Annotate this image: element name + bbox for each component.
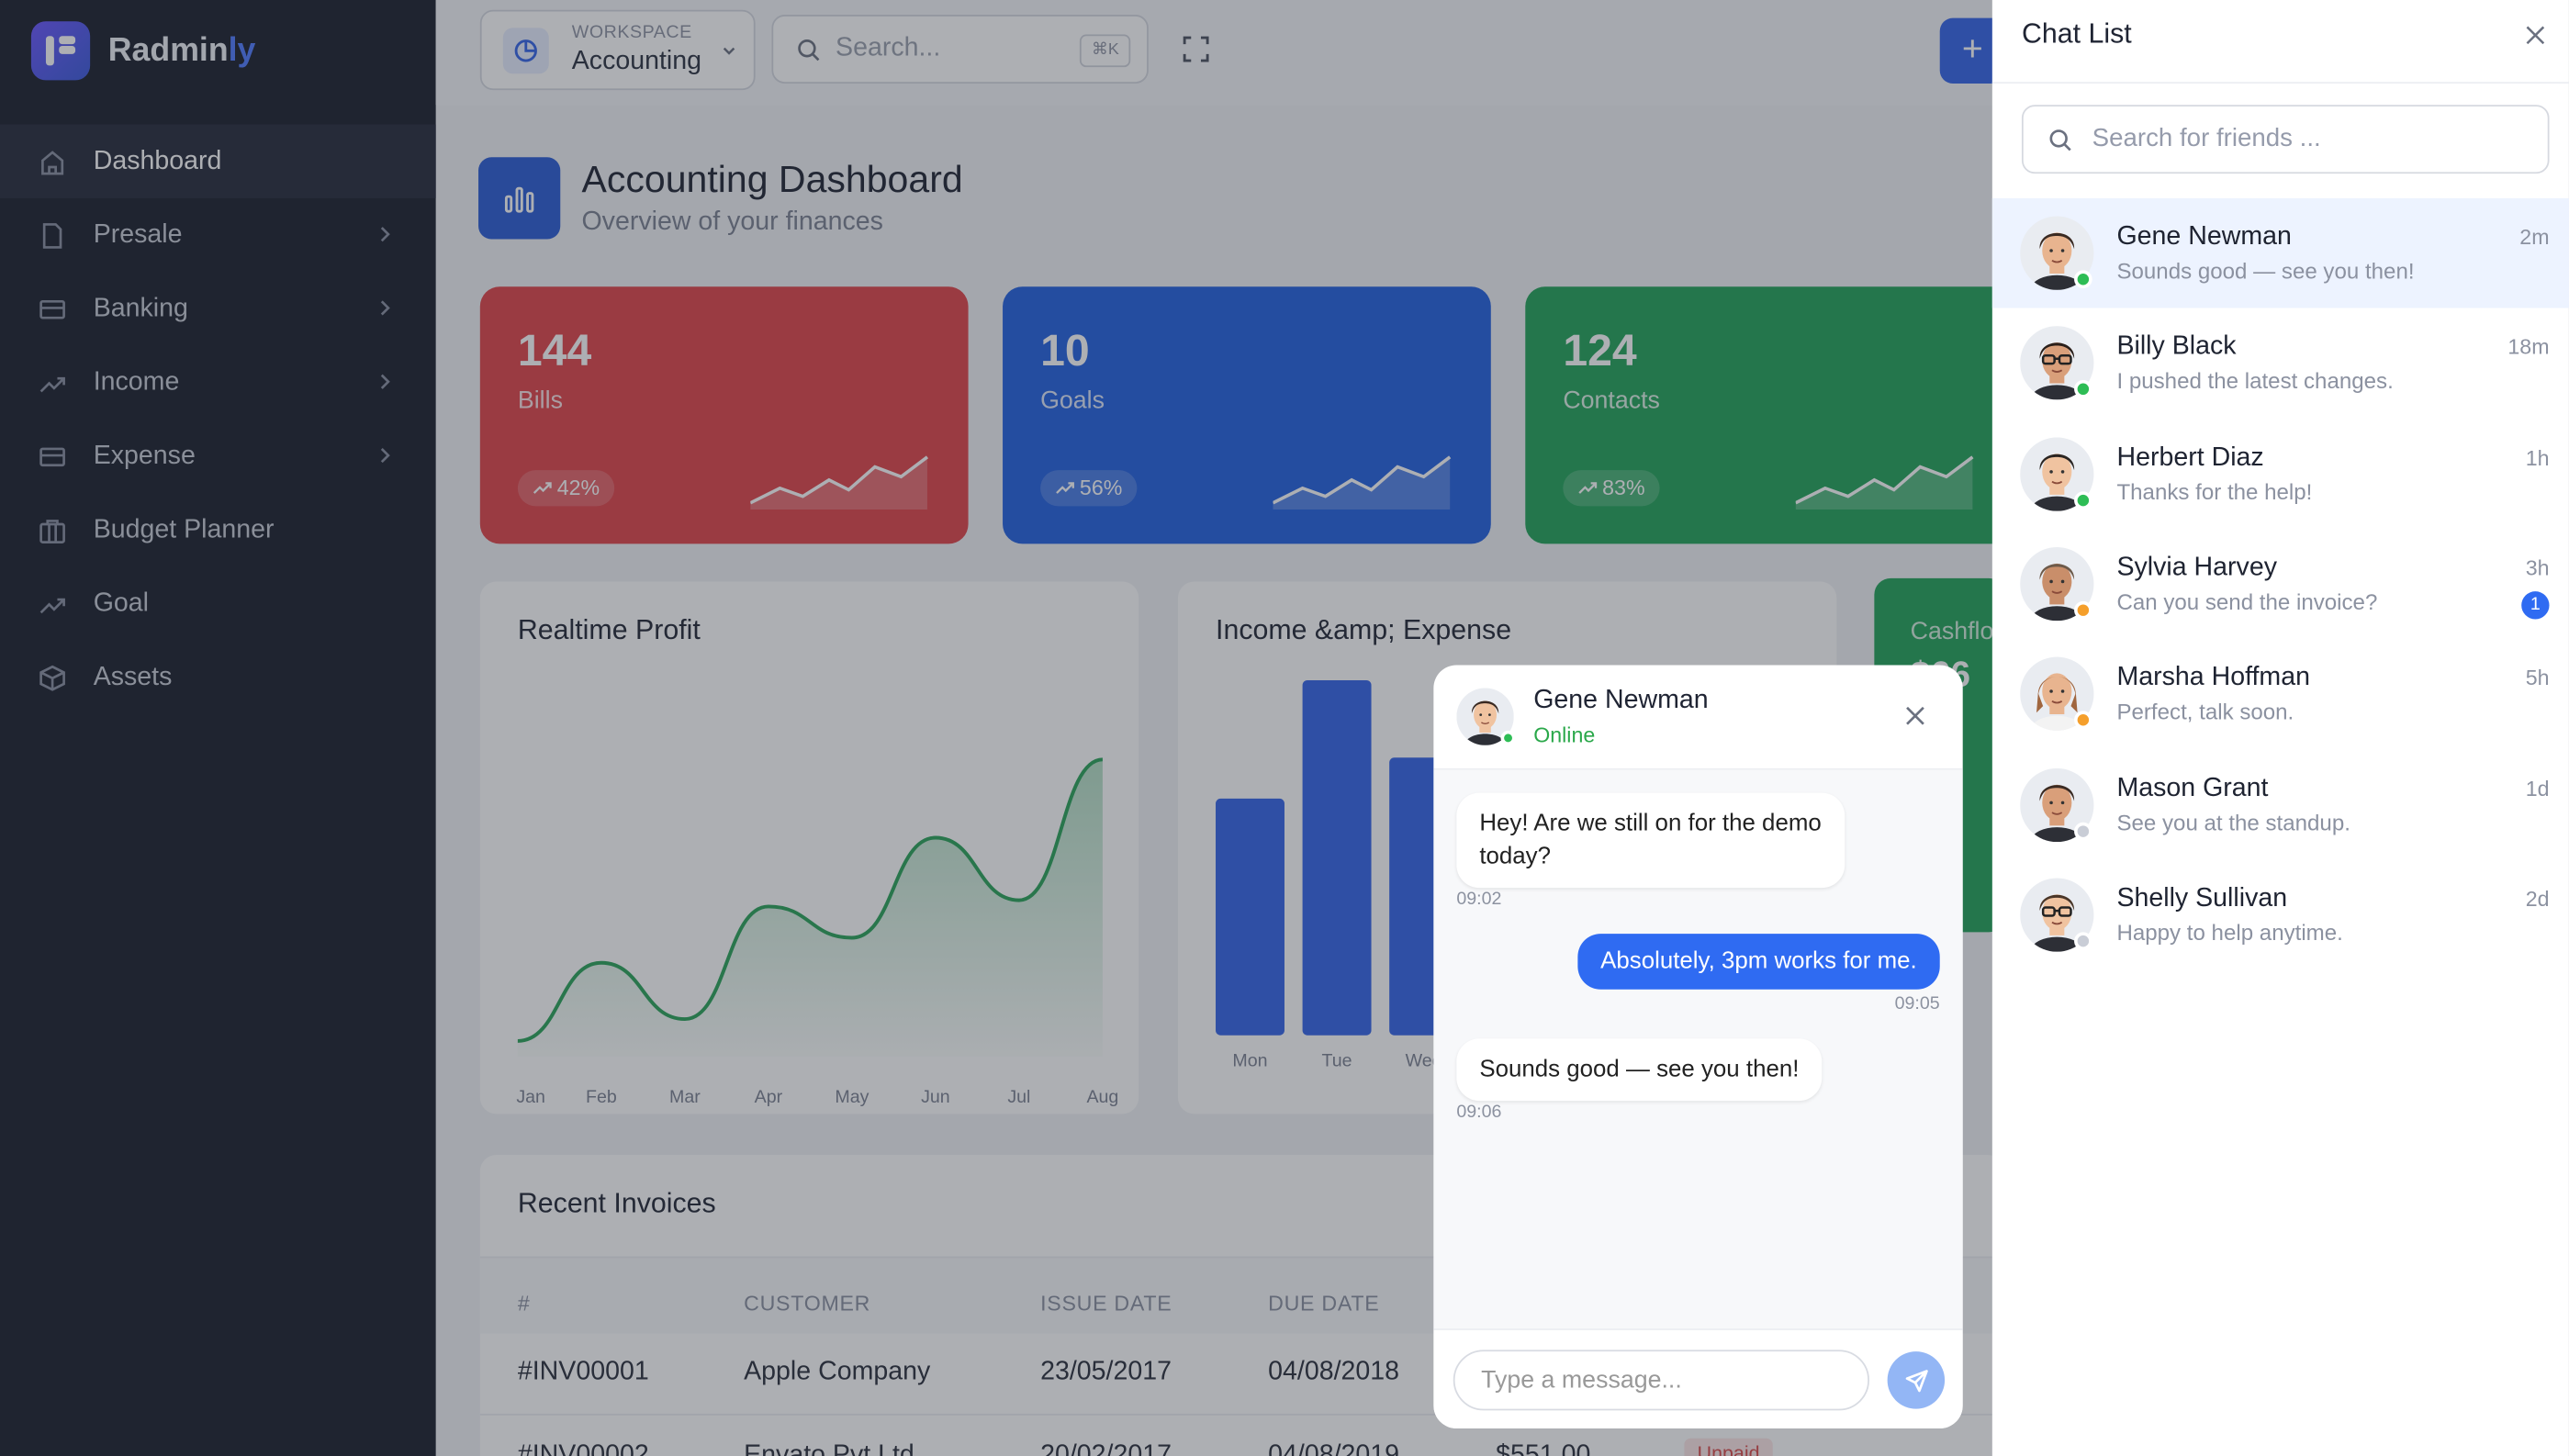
send-button[interactable] xyxy=(1887,1351,1946,1409)
friend-name: Sylvia Harvey xyxy=(2116,553,2277,582)
friend-name: Marsha Hoffman xyxy=(2116,664,2310,692)
chat-list-item[interactable]: Herbert Diaz Thanks for the help! 1h xyxy=(1992,419,2569,529)
chat-list-item[interactable]: Billy Black I pushed the latest changes. 1… xyxy=(1992,308,2569,419)
friend-name: Herbert Diaz xyxy=(2116,442,2264,472)
last-message: Happy to help anytime. xyxy=(2116,920,2343,946)
message-time: 18m xyxy=(2507,334,2550,360)
friend-search-input[interactable]: Search for friends ... xyxy=(2021,105,2550,174)
unread-badge: 1 xyxy=(2521,590,2550,620)
chat-contact-status: Online xyxy=(1533,722,1596,747)
chat-contact-name: Gene Newman xyxy=(1533,686,1709,714)
chat-header: Gene Newman Online xyxy=(1433,665,1963,770)
status-dot xyxy=(2074,931,2092,950)
chat-list-item[interactable]: Shelly Sullivan Happy to help anytime. 2d xyxy=(1992,859,2569,969)
last-message: Can you send the invoice? xyxy=(2116,589,2378,614)
chat-list-item[interactable]: Sylvia Harvey Can you send the invoice? 3h… xyxy=(1992,529,2569,639)
last-message: Thanks for the help! xyxy=(2116,479,2313,504)
status-dot xyxy=(2074,821,2092,840)
message-time: 3h xyxy=(2525,554,2550,580)
search-icon xyxy=(2049,129,2071,151)
chat-list-item[interactable]: Mason Grant See you at the standup. 1d xyxy=(1992,749,2569,859)
chat-messages: Hey! Are we still on for the demo today?… xyxy=(1433,769,1963,1329)
message-bubble-incoming: Hey! Are we still on for the demo today? xyxy=(1456,792,1845,889)
chat-list-panel: Chat List Search for friends ... Gene Ne… xyxy=(1991,0,2569,1456)
message-time: 1h xyxy=(2525,444,2550,470)
last-message: Sounds good — see you then! xyxy=(2116,258,2415,284)
message-input[interactable]: Type a message... xyxy=(1453,1350,1870,1411)
send-icon xyxy=(1904,1369,1927,1392)
online-dot xyxy=(1500,730,1516,745)
friend-name: Mason Grant xyxy=(2116,774,2269,802)
message-time: 2d xyxy=(2525,885,2550,911)
chat-list-title: Chat List xyxy=(2021,17,2132,50)
message-time: 1d xyxy=(2525,775,2550,801)
status-dot xyxy=(2074,270,2092,289)
last-message: I pushed the latest changes. xyxy=(2116,369,2394,394)
message-time: 09:06 xyxy=(1456,1102,1502,1123)
close-icon[interactable] xyxy=(2525,25,2546,46)
last-message: Perfect, talk soon. xyxy=(2116,700,2294,725)
search-placeholder: Search for friends ... xyxy=(2092,124,2321,152)
close-icon[interactable] xyxy=(1903,704,1926,727)
friend-name: Billy Black xyxy=(2116,332,2237,362)
status-dot xyxy=(2074,600,2092,620)
chat-list-item[interactable]: Marsha Hoffman Perfect, talk soon. 5h xyxy=(1992,639,2569,749)
message-time: 2m xyxy=(2519,224,2550,250)
last-message: See you at the standup. xyxy=(2116,810,2350,835)
message-bubble-incoming: Sounds good — see you then! xyxy=(1456,1038,1823,1102)
friend-name: Gene Newman xyxy=(2116,222,2292,252)
status-dot xyxy=(2074,490,2092,510)
chat-composer: Type a message... xyxy=(1433,1328,1963,1428)
app-root: Radminly Dashboard Presale Banking Income Ex… xyxy=(0,0,2569,1456)
chat-window: Gene Newman Online Hey! Are we still on … xyxy=(1433,665,1963,1428)
message-time: 5h xyxy=(2525,665,2550,690)
message-time: 09:05 xyxy=(1894,994,1940,1014)
chat-list-item[interactable]: Gene Newman Sounds good — see you then! 2m xyxy=(1991,197,2569,308)
message-time: 09:02 xyxy=(1456,889,1502,910)
message-bubble-outgoing: Absolutely, 3pm works for me. xyxy=(1577,934,1940,990)
friend-name: Shelly Sullivan xyxy=(2116,884,2288,913)
